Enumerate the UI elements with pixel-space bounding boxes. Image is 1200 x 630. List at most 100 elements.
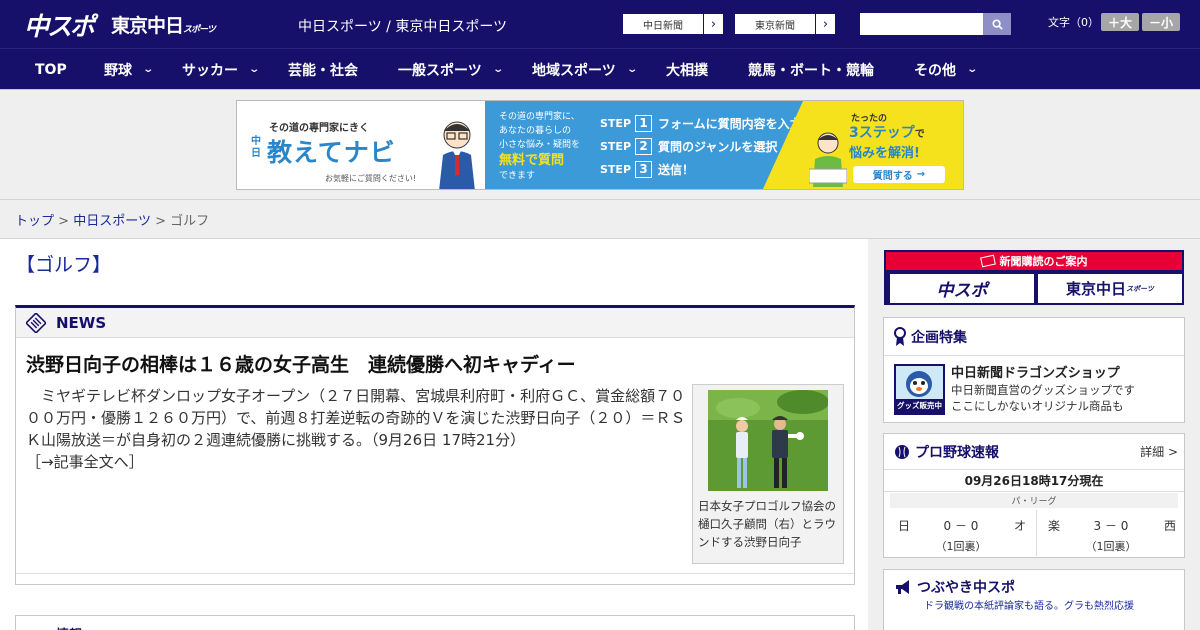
font-larger-button[interactable]: ＋大 [1101, 13, 1139, 31]
article-summary: ミヤギテレビ杯ダンロップ女子オープン（２７日開幕、宮城県利府町・利府ＧＣ、賞金総… [26, 385, 686, 473]
nav-item-sumo[interactable]: 大相撲 [666, 49, 708, 90]
chevron-down-icon: ⌄ [626, 64, 638, 75]
tokyo-shimbun-label: 東京新聞 [755, 20, 795, 32]
shop-desc-line-1: 中日新聞直営のグッズショップです [951, 383, 1135, 397]
search-input[interactable] [860, 13, 983, 35]
read-more-link[interactable]: ［→記事全文へ］ [26, 453, 144, 471]
tokyo-shimbun-button[interactable]: 東京新聞 › [734, 13, 836, 35]
breadcrumb-section-link[interactable]: 中日スポーツ [73, 214, 151, 229]
banner-mid-text-2: あなたの暮らしの [499, 126, 572, 136]
step-word: STEP [600, 117, 632, 130]
step-text: フォームに質問内容を入力 [658, 117, 802, 131]
chuspo-logo[interactable]: 中スポ [24, 7, 95, 43]
inning: （1回裏） [935, 540, 987, 553]
arrow-right-icon: → [916, 169, 926, 180]
article-photo-box: 日本女子プロゴルフ協会の樋口久子顧問（右）とラウンドする渋野日向子 [692, 384, 844, 564]
shop-desc-line-2: ここにしかないオリジナル商品も [951, 399, 1124, 413]
step-text: 質問のジャンルを選択 [658, 140, 778, 154]
banner-divider [0, 199, 1200, 200]
subscribe-chuspo-button[interactable]: 中スポ [890, 274, 1034, 303]
nav-label: サッカー [182, 62, 238, 79]
news-panel: NEWS 渋野日向子の相棒は１６歳の女子高生 連続優勝へ初キャディー ミヤギテレ… [15, 305, 855, 585]
subscription-header: 新聞購読のご案内 [886, 252, 1182, 270]
breadcrumb-separator: > [58, 214, 70, 229]
step-number: 3 [635, 161, 653, 178]
banner-intro-panel: その道の専門家に、 あなたの暮らしの 小さな悩み・疑問を 無料で質問 できます [485, 101, 600, 189]
golfers-photo-icon [708, 390, 828, 491]
step-word: STEP [600, 163, 632, 176]
font-smaller-button[interactable]: －小 [1142, 13, 1180, 31]
subscribe-tokyo-label: 東京中日 [1066, 280, 1127, 298]
tokyo-logo-text: 東京中日 [111, 15, 184, 37]
inning: （1回裏） [1085, 540, 1137, 553]
article-photo[interactable] [708, 390, 828, 491]
chevron-down-icon: ⌄ [966, 64, 979, 75]
tokyo-logo-suffix: スポーツ [183, 25, 216, 35]
game-score[interactable]: 日 0 － 0 オ （1回裏） [886, 514, 1036, 554]
news-ticket-icon [26, 312, 46, 333]
photo-caption: 日本女子プロゴルフ協会の樋口久子顧問（右）とラウンドする渋野日向子 [698, 499, 836, 549]
nav-label: 野球 [104, 62, 132, 79]
banner-cta-button[interactable]: 質問する → [853, 166, 945, 183]
info-panel-label: 情報 [56, 624, 82, 630]
chevron-right-icon: › [815, 14, 835, 34]
subscription-title: 新聞購読のご案内 [999, 255, 1088, 268]
article-headline[interactable]: 渋野日向子の相棒は１６歳の女子高生 連続優勝へ初キャディー [26, 350, 576, 377]
banner-3steps: 3ステップ [849, 125, 915, 141]
shop-name-link[interactable]: 中日新聞ドラゴンズショップ [951, 362, 1120, 381]
baseball-detail-link[interactable]: 詳細 > [1140, 443, 1178, 460]
banner-brand-prefix: 中日 [251, 136, 261, 159]
main-nav: TOP 野球 ⌄ サッカー ⌄ 芸能・社会 一般スポーツ ⌄ 地域スポーツ ⌄ 大相撲 … [0, 48, 1200, 89]
banner-mid-text-1: その道の専門家に、 [499, 112, 580, 122]
baseball-header: プロ野球速報 詳細 > [884, 434, 1184, 470]
nav-label: 競馬・ボート・競輪 [748, 62, 874, 79]
dragons-shop-icon[interactable]: グッズ販売中 [894, 364, 945, 415]
nav-item-soccer[interactable]: サッカー ⌄ [182, 49, 261, 90]
step-text: 送信！ [658, 163, 695, 177]
nav-item-racing[interactable]: 競馬・ボート・競輪 [748, 49, 874, 90]
tweet-subtitle[interactable]: ドラ観戦の本紙評論家も語る。グラも熱烈応援 [924, 597, 1134, 612]
banner-step-1: STEP 1 フォームに質問内容を入力 [600, 115, 802, 132]
chunichi-shimbun-label: 中日新聞 [643, 20, 683, 32]
chunichi-shimbun-button[interactable]: 中日新聞 › [622, 13, 724, 35]
away-team: オ [1013, 519, 1026, 533]
info-panel: 情報 [15, 615, 855, 630]
nav-item-top[interactable]: TOP [35, 49, 67, 90]
tweet-box: つぶやき中スポ ドラ観戦の本紙評論家も語る。グラも熱烈応援 [883, 569, 1185, 630]
feature-box: 企画特集 グッズ販売中 中日新聞ドラゴンズショップ 中日新聞直営のグッズショップ… [883, 317, 1185, 423]
nav-item-regional-sports[interactable]: 地域スポーツ ⌄ [532, 49, 638, 90]
chevron-down-icon: ⌄ [248, 64, 261, 75]
game-score[interactable]: 楽 3 － 0 西 （1回裏） [1036, 514, 1186, 554]
search-icon [991, 18, 1003, 30]
top-header: 中スポ 東京中日スポーツ 中日スポーツ / 東京中日スポーツ 中日新聞 › 東京… [0, 0, 1200, 48]
baseball-title: プロ野球速報 [915, 444, 999, 461]
banner-brand: 教えてナビ [267, 138, 396, 167]
step-number: 1 [635, 115, 653, 132]
subscribe-tokyo-suffix: スポーツ [1126, 284, 1154, 293]
oshiete-navi-banner[interactable]: その道の専門家にきく 中日 教えてナビ お気軽にご質問ください! その道の専門家… [236, 100, 964, 190]
shop-badge: グッズ販売中 [896, 399, 943, 413]
banner-right-3: 悩みを解消! [849, 146, 920, 161]
nav-item-general-sports[interactable]: 一般スポーツ ⌄ [398, 49, 504, 90]
tokyo-chunichi-logo[interactable]: 東京中日スポーツ [111, 11, 216, 38]
nav-label: 地域スポーツ [532, 62, 616, 79]
search-button[interactable] [983, 13, 1011, 35]
newspaper-icon [979, 254, 996, 268]
breadcrumb-home-link[interactable]: トップ [15, 214, 54, 229]
banner-3steps-suffix: で [914, 129, 925, 140]
mascot-icon [906, 371, 932, 397]
feature-title: 企画特集 [911, 329, 967, 346]
banner-mid-text-3: 小さな悩み・疑問を [499, 140, 581, 150]
nav-item-baseball[interactable]: 野球 ⌄ [104, 49, 154, 90]
site-names: 中日スポーツ / 東京中日スポーツ [298, 19, 508, 35]
nav-item-entertainment[interactable]: 芸能・社会 [288, 49, 358, 90]
news-panel-footer-line [16, 573, 854, 574]
banner-right-2: 3ステップで [849, 122, 925, 142]
news-panel-header: NEWS [16, 308, 854, 338]
breadcrumb-current: ゴルフ [170, 214, 210, 229]
banner-step-3: STEP 3 送信！ [600, 161, 694, 178]
subscribe-tokyo-button[interactable]: 東京中日 スポーツ [1038, 274, 1182, 303]
nav-item-other[interactable]: その他 ⌄ [914, 49, 979, 90]
subscription-box: 新聞購読のご案内 中スポ 東京中日 スポーツ [884, 250, 1184, 305]
article-body-text: ミヤギテレビ杯ダンロップ女子オープン（２７日開幕、宮城県利府町・利府ＧＣ、賞金総… [26, 387, 686, 449]
